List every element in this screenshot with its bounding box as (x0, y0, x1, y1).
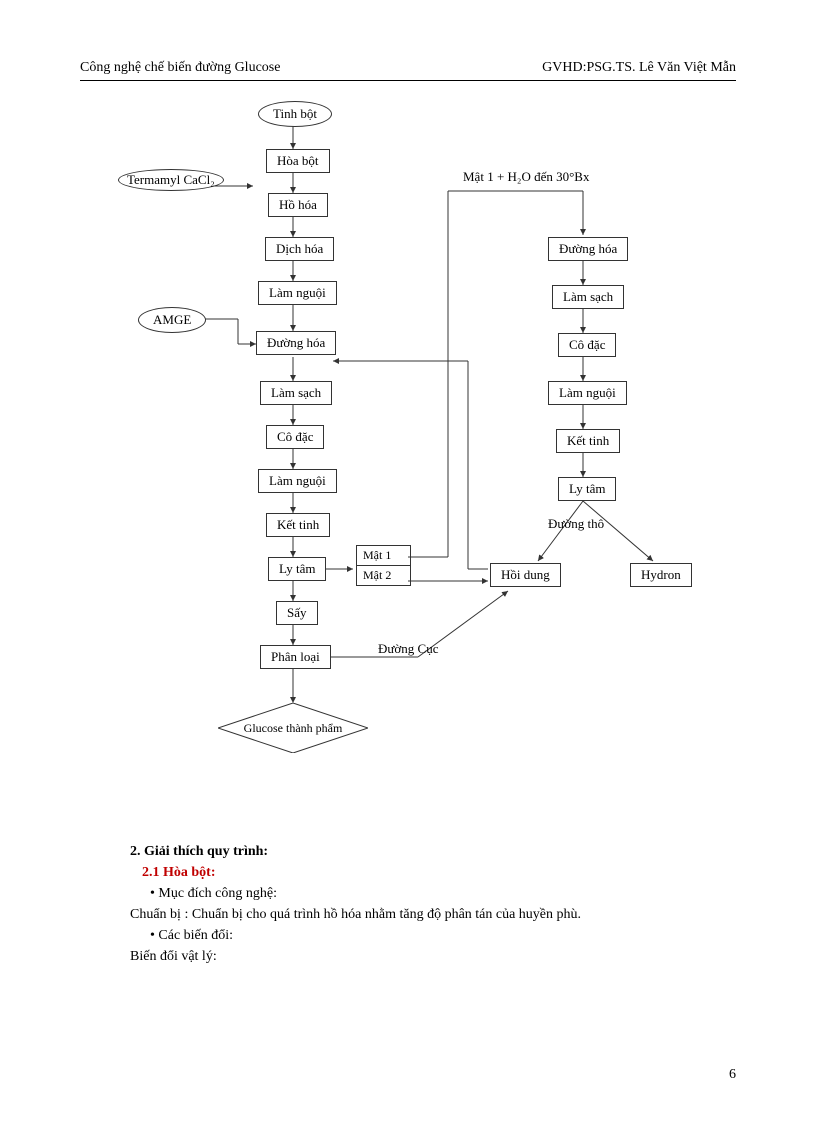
node-codac1: Cô đặc (266, 425, 324, 449)
node-glucose: Glucose thành phẩm (218, 703, 368, 753)
node-lytam2: Ly tâm (558, 477, 616, 501)
label-duongtho: Đường thô (548, 516, 604, 532)
line-chuanbi: Chuẩn bị : Chuẩn bị cho quá trình hồ hóa… (130, 904, 736, 925)
node-lamsach2: Làm sạch (552, 285, 624, 309)
node-lamnguoi3: Làm nguội (548, 381, 627, 405)
subsection-number: 2.1 (142, 865, 160, 880)
node-phanloai: Phân loại (260, 645, 331, 669)
node-lamsach1: Làm sạch (260, 381, 332, 405)
label-mat-h2o: Mật 1 + H₂O đến 30°Bx (463, 169, 589, 185)
node-tinhbot: Tinh bột (258, 101, 332, 127)
bullet-biendoi: Các biến đổi: (150, 925, 736, 946)
node-duonghoa1: Đường hóa (256, 331, 336, 355)
flowchart-diagram: Tinh bột Hòa bột Termamyl CaCl₂ Hồ hóa D… (108, 101, 708, 831)
node-lamnguoi2: Làm nguội (258, 469, 337, 493)
label-duongcuc: Đường Cục (378, 641, 439, 657)
node-amge: AMGE (138, 307, 206, 333)
section-number: 2. (130, 844, 141, 859)
node-say: Sấy (276, 601, 318, 625)
section-title: Giải thích quy trình: (144, 844, 268, 859)
node-hydron: Hydron (630, 563, 692, 587)
node-dichhoa: Dịch hóa (265, 237, 334, 261)
page-number: 6 (729, 1067, 736, 1083)
header-left: Công nghệ chế biến đường Glucose (80, 60, 280, 76)
node-lamnguoi1: Làm nguội (258, 281, 337, 305)
node-codac2: Cô đặc (558, 333, 616, 357)
node-hoidung: Hồi dung (490, 563, 561, 587)
header-right: GVHD:PSG.TS. Lê Văn Việt Mẫn (542, 60, 736, 76)
node-matbox: Mật 1 Mật 2 (356, 545, 411, 586)
line-biendoi: Biến đổi vật lý: (130, 946, 736, 967)
node-kettinh1: Kết tinh (266, 513, 330, 537)
node-hoabot: Hòa bột (266, 149, 330, 173)
flowchart-connectors (108, 101, 708, 831)
node-hohoa: Hồ hóa (268, 193, 328, 217)
page-header: Công nghệ chế biến đường Glucose GVHD:PS… (80, 60, 736, 81)
node-duonghoa2: Đường hóa (548, 237, 628, 261)
node-lytam1: Ly tâm (268, 557, 326, 581)
node-mat2: Mật 2 (357, 566, 410, 585)
node-termamyl: Termamyl CaCl₂ (118, 169, 224, 191)
node-kettinh2: Kết tinh (556, 429, 620, 453)
node-mat1: Mật 1 (357, 546, 410, 566)
subsection-title: Hòa bột: (163, 865, 216, 880)
body-text: 2. Giải thích quy trình: 2.1 Hòa bột: Mụ… (80, 841, 736, 967)
bullet-mucdich: Mục đích công nghệ: (150, 883, 736, 904)
